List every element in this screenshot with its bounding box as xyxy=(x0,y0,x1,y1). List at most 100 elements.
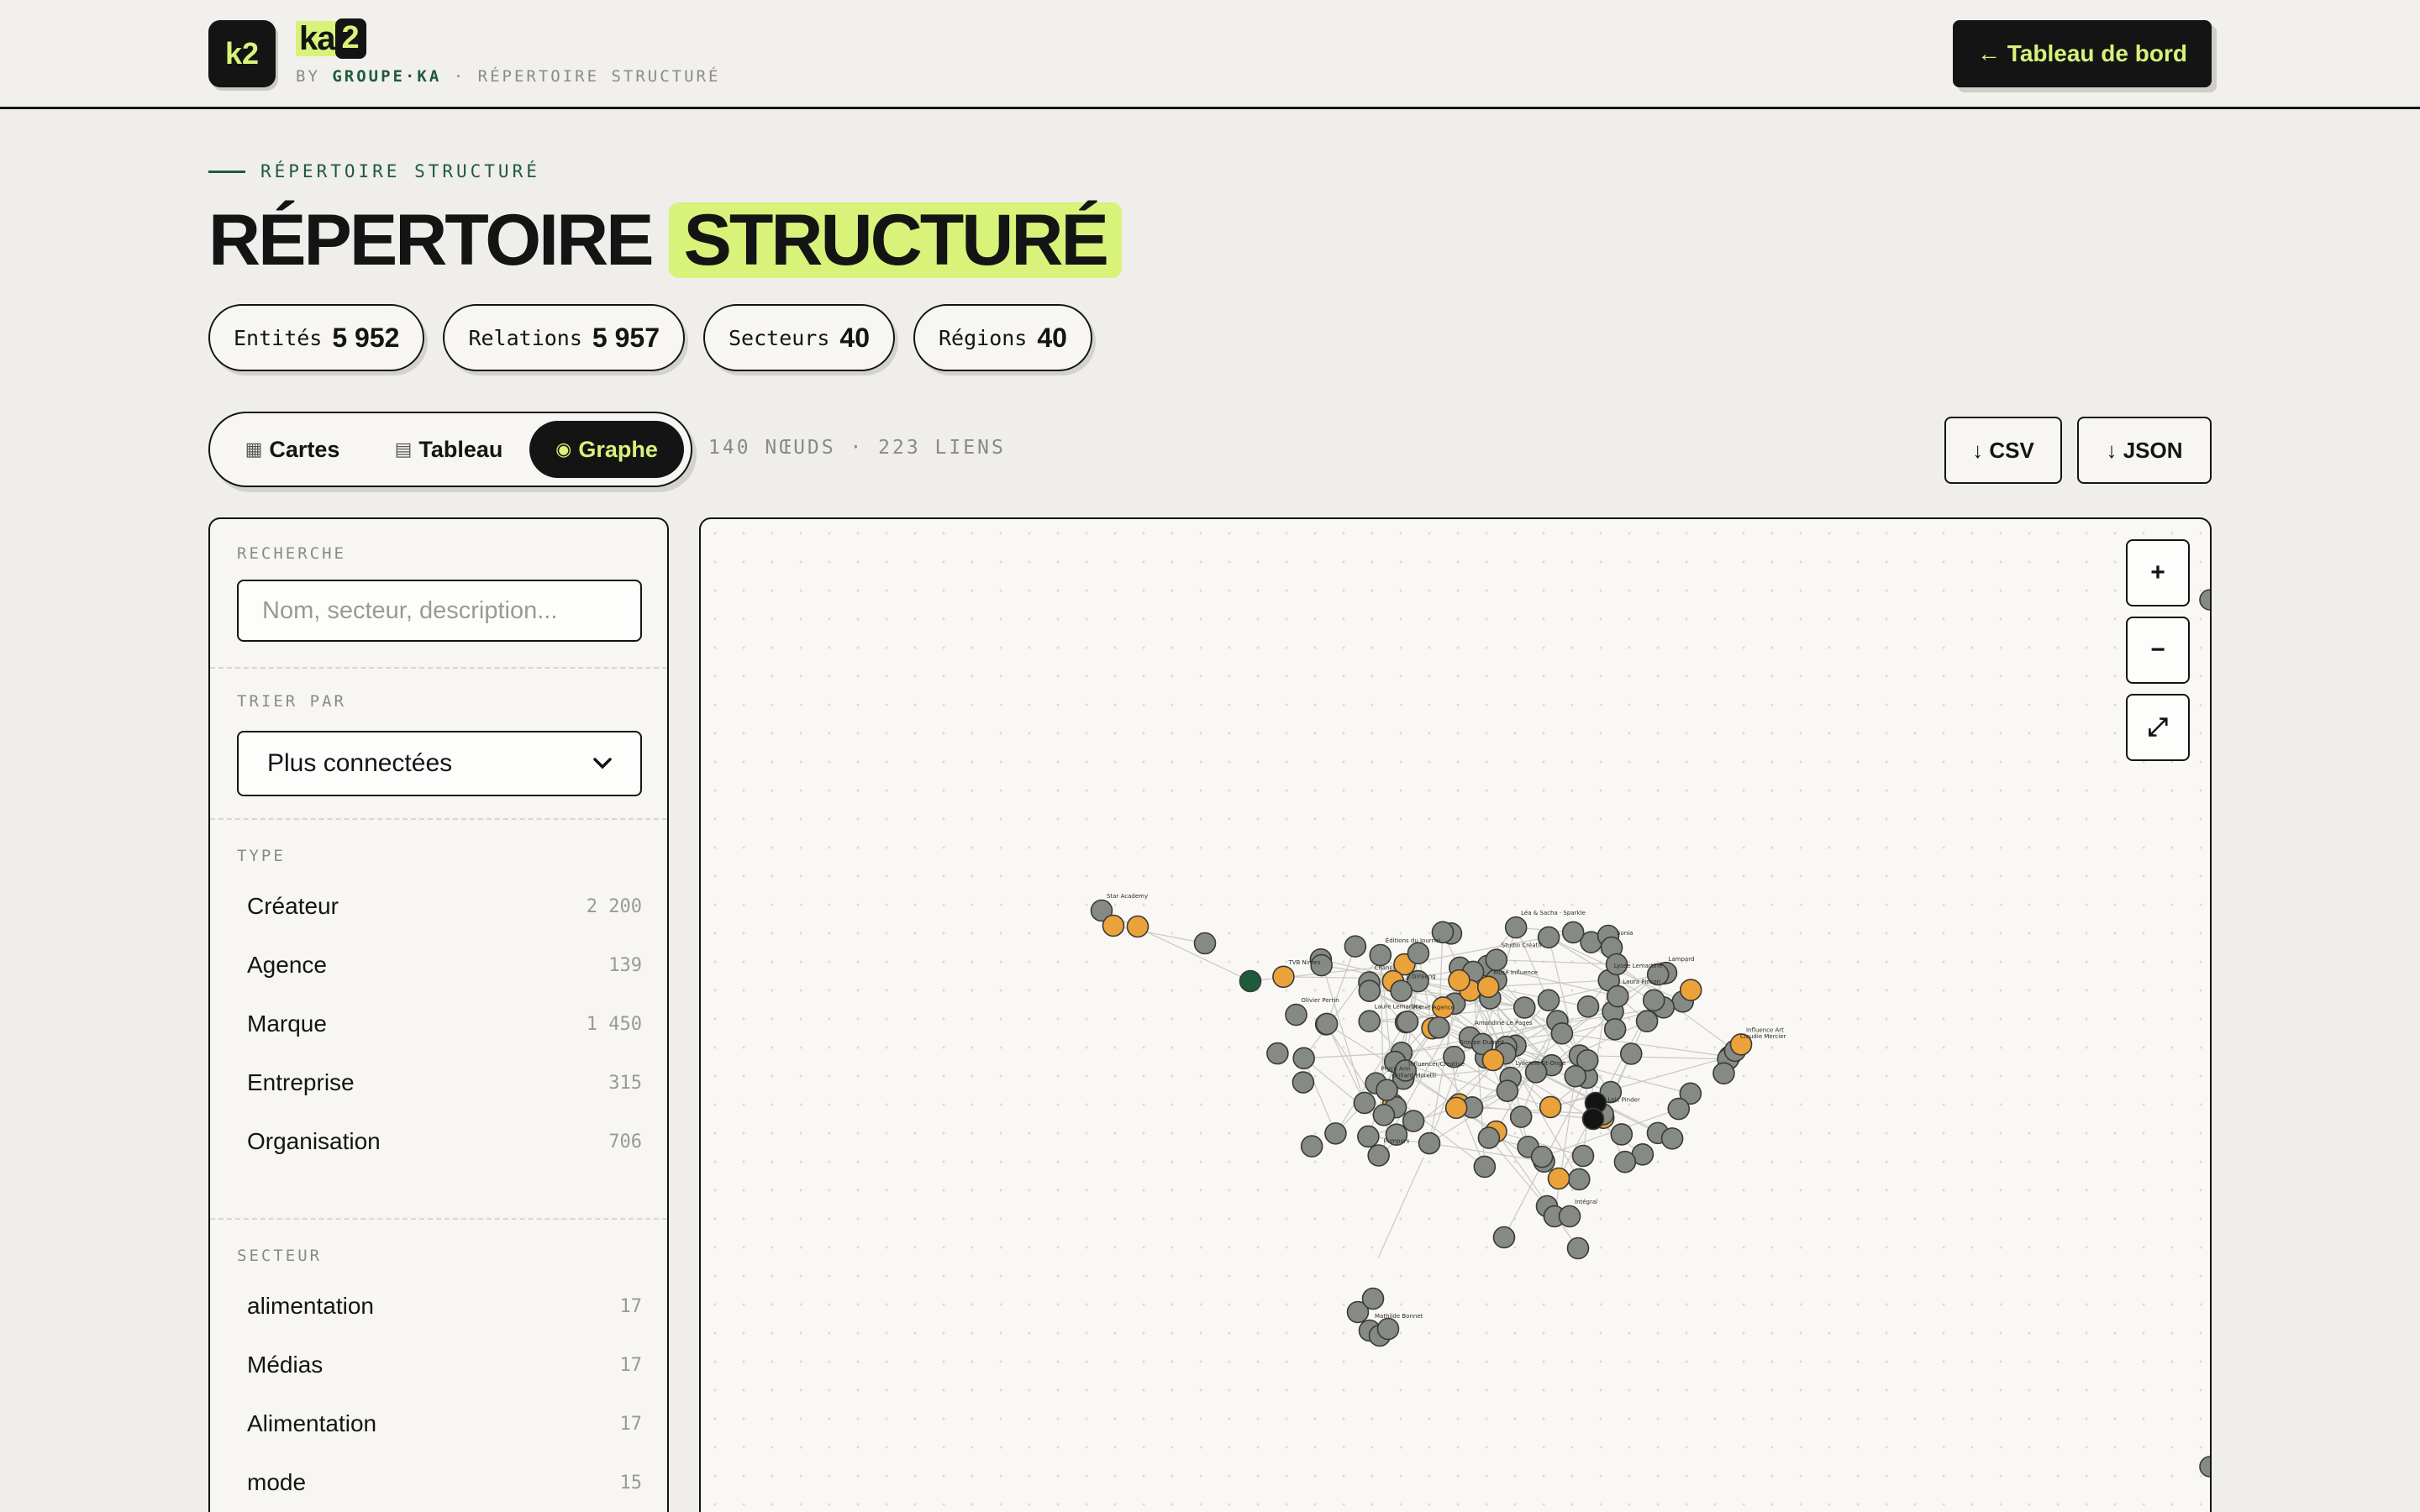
graph-node[interactable] xyxy=(1561,921,1585,944)
graph-node[interactable] xyxy=(1567,1168,1591,1191)
stat-value: 40 xyxy=(839,322,870,353)
graph-link xyxy=(1101,910,1251,982)
graph-node[interactable] xyxy=(1504,916,1528,939)
graph-node[interactable] xyxy=(1376,1317,1400,1341)
graph-node[interactable] xyxy=(1547,1167,1570,1190)
dashboard-button[interactable]: ← Tableau de bord xyxy=(1953,20,2212,87)
graph-node[interactable] xyxy=(1679,979,1702,1001)
graph-node[interactable] xyxy=(1564,1064,1587,1088)
graph-node[interactable] xyxy=(1558,1205,1581,1228)
sort-select[interactable]: Plus connectées xyxy=(237,731,642,796)
graph-node[interactable] xyxy=(2199,589,2212,611)
tab-table[interactable]: ▤ Tableau xyxy=(368,421,529,478)
graph-node[interactable] xyxy=(1300,1135,1323,1158)
graph-node[interactable] xyxy=(1550,1021,1574,1045)
zoom-out-button[interactable]: − xyxy=(2126,617,2190,684)
graph-node[interactable] xyxy=(1619,1042,1643,1065)
graph-node[interactable] xyxy=(1193,932,1217,955)
graph-node[interactable] xyxy=(1102,914,1125,937)
graph-node[interactable] xyxy=(1448,969,1470,992)
graph-node[interactable] xyxy=(1571,1144,1595,1168)
graph-node[interactable] xyxy=(1369,943,1392,967)
graph-node[interactable] xyxy=(1266,1042,1289,1065)
tab-graph[interactable]: ◉ Graphe xyxy=(529,421,684,478)
type-facet-item[interactable]: Organisation 706 xyxy=(227,1116,652,1168)
graph-node[interactable] xyxy=(1660,1127,1684,1150)
export-csv-button[interactable]: ↓ CSV xyxy=(1944,417,2062,484)
graph-node[interactable] xyxy=(1272,965,1295,989)
graph-node[interactable] xyxy=(1357,1125,1380,1148)
graph-node[interactable] xyxy=(1402,1110,1425,1132)
graph-node[interactable] xyxy=(1315,1012,1339,1036)
graph-node[interactable] xyxy=(1477,1126,1501,1149)
k2-logo[interactable]: k2 xyxy=(208,20,276,87)
graph-node[interactable] xyxy=(1126,915,1150,938)
type-facet-item[interactable]: Entreprise 315 xyxy=(227,1057,652,1109)
graph-node[interactable] xyxy=(1613,1150,1637,1173)
graph-node[interactable] xyxy=(1576,995,1600,1018)
graph-node[interactable] xyxy=(1606,984,1629,1008)
graph-node[interactable] xyxy=(1367,1144,1390,1167)
type-facet-item[interactable]: Agence 139 xyxy=(227,939,652,991)
graph-node[interactable] xyxy=(1581,1107,1605,1131)
graph-node[interactable] xyxy=(1285,1003,1307,1026)
sector-facet-item[interactable]: Médias 17 xyxy=(227,1339,652,1391)
fit-view-button[interactable]: ⤢ xyxy=(2126,694,2190,761)
graph-node[interactable] xyxy=(1485,948,1508,971)
graph-node-label: Loic Pinder xyxy=(1608,1096,1640,1103)
facet-label: Alimentation xyxy=(247,1410,377,1436)
graph-node[interactable] xyxy=(1603,1017,1627,1041)
graph-node[interactable] xyxy=(1444,1096,1468,1120)
graph-node[interactable] xyxy=(1372,1104,1396,1126)
type-facet-item[interactable]: Marque 1 450 xyxy=(227,998,652,1050)
graph-node[interactable] xyxy=(1642,989,1665,1012)
network-graph[interactable]: PumpersAmandine Le PagesChanelPryce AnnI… xyxy=(701,519,2212,1512)
graph-node[interactable] xyxy=(1492,1226,1516,1249)
graph-node[interactable] xyxy=(1239,969,1262,993)
sector-facet-item[interactable]: mode 15 xyxy=(227,1457,652,1509)
graph-node[interactable] xyxy=(1530,1145,1554,1168)
graph-node[interactable] xyxy=(1376,1079,1398,1101)
graph-node[interactable] xyxy=(1292,1071,1315,1094)
graph-node[interactable] xyxy=(1358,979,1381,1003)
tab-cards[interactable]: ▦ Cartes xyxy=(217,421,368,478)
top-bar: k2 ka 2 BY GROUPE·KA · RÉPERTOIRE STRUCT… xyxy=(0,0,2420,109)
graph-node[interactable] xyxy=(1566,1236,1590,1260)
graph-node[interactable] xyxy=(1396,1011,1419,1033)
graph-node[interactable] xyxy=(1509,1105,1533,1128)
stat-regions: Régions 40 xyxy=(913,304,1092,371)
graph-node[interactable] xyxy=(1344,935,1367,958)
sector-facet-item[interactable]: alimentation 17 xyxy=(227,1280,652,1332)
graph-node[interactable] xyxy=(1481,1048,1505,1072)
graph-node[interactable] xyxy=(1390,979,1413,1002)
graph-node[interactable] xyxy=(1358,1010,1381,1033)
page-title-highlight: STRUCTURÉ xyxy=(668,202,1122,278)
sector-facet-item[interactable]: Alimentation 17 xyxy=(227,1398,652,1450)
graph-node[interactable] xyxy=(1635,1010,1659,1033)
graph-node[interactable] xyxy=(1418,1131,1441,1155)
export-json-button[interactable]: ↓ JSON xyxy=(2077,417,2212,484)
graph-node[interactable] xyxy=(1292,1047,1315,1070)
graph-node[interactable] xyxy=(1476,975,1500,999)
zoom-in-button[interactable]: + xyxy=(2126,539,2190,606)
ka2-logo: ka 2 xyxy=(296,18,366,59)
graph-node[interactable] xyxy=(1407,942,1430,965)
graph-node[interactable] xyxy=(1361,1287,1385,1310)
search-input[interactable]: Nom, secteur, description... xyxy=(237,580,642,642)
type-facet-item[interactable]: Créateur 2 200 xyxy=(227,880,652,932)
graph-node[interactable] xyxy=(1473,1155,1497,1179)
graph-canvas[interactable]: Pumpers Amandine Le Pages Chanel Pryce Ann I… xyxy=(699,517,2212,1512)
graph-node[interactable] xyxy=(1667,1097,1691,1121)
graph-node[interactable] xyxy=(1539,1095,1562,1119)
type-label: TYPE xyxy=(237,847,286,865)
graph-node[interactable] xyxy=(1610,1123,1634,1146)
graph-node[interactable] xyxy=(1324,1122,1347,1145)
graph-node[interactable] xyxy=(1353,1091,1376,1115)
graph-node[interactable] xyxy=(1537,989,1560,1012)
graph-node[interactable] xyxy=(2199,1456,2212,1478)
graph-node[interactable] xyxy=(1712,1062,1735,1085)
graph-node[interactable] xyxy=(1496,1079,1519,1102)
graph-node[interactable] xyxy=(1427,1016,1450,1039)
chevron-down-icon xyxy=(593,758,612,769)
graph-node[interactable] xyxy=(1512,996,1536,1019)
